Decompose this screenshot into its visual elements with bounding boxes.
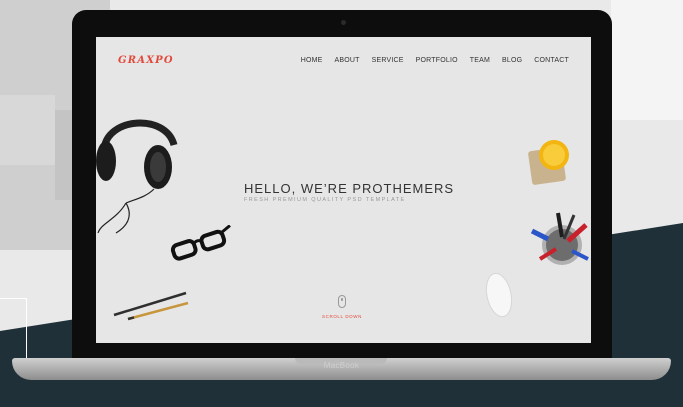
mouse-icon [485,272,513,318]
backdrop-right-panel [611,0,683,120]
scroll-down-label: SCROLL DOWN [322,314,362,319]
backdrop-tile [0,95,55,165]
nav-service[interactable]: SERVICE [372,57,404,64]
nav-blog[interactable]: BLOG [502,57,522,64]
nav-portfolio[interactable]: PORTFOLIO [416,57,458,64]
nav-about[interactable]: ABOUT [335,57,360,64]
pencil-icon [113,291,189,321]
main-nav: HOME ABOUT SERVICE PORTFOLIO TEAM BLOG C… [301,57,569,64]
nav-team[interactable]: TEAM [470,57,490,64]
hero-subtitle: FRESH PREMIUM QUALITY PSD TEMPLATE [244,197,406,203]
site-logo[interactable]: GRAXPO [118,55,174,66]
pen-holder-icon [530,212,589,265]
nav-contact[interactable]: CONTACT [534,57,569,64]
hero-title: HELLO, WE’RE PROTHEMERS [244,181,455,196]
laptop-screen: GRAXPO HOME ABOUT SERVICE PORTFOLIO TEAM… [96,37,591,343]
device-brand-label: MacBook [323,361,360,370]
scroll-mouse-icon [338,295,346,308]
scroll-down-button[interactable]: SCROLL DOWN [322,295,362,319]
headphones-icon [96,119,178,234]
nav-home[interactable]: HOME [301,57,323,64]
camera [341,20,346,25]
glasses-icon [170,225,231,261]
coffee-cup-icon [528,140,569,185]
